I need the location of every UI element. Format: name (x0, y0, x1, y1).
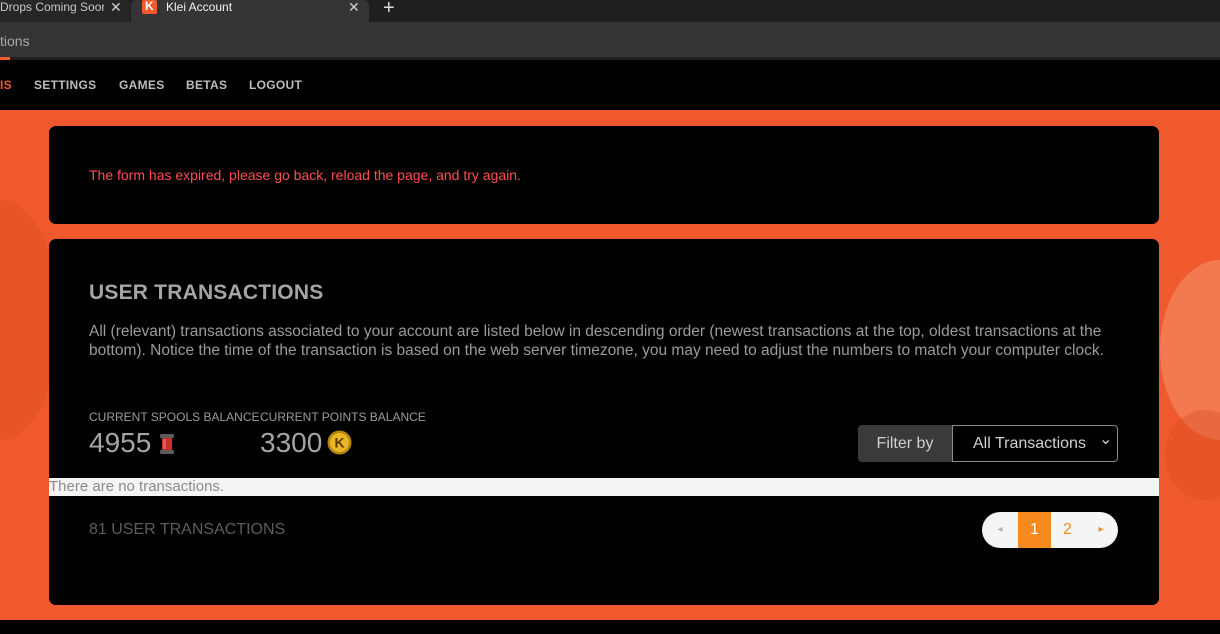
page-footer-strip (0, 620, 1220, 634)
nav-item-logout[interactable]: LOGOUT (249, 78, 302, 92)
points-balance-label: CURRENT POINTS BALANCE (260, 410, 426, 424)
empty-state-message: There are no transactions. (49, 478, 225, 495)
svg-text:K: K (334, 435, 344, 451)
filter-select[interactable]: All Transactions ⌄ (952, 425, 1118, 462)
page-description: All (relevant) transactions associated t… (89, 323, 1104, 359)
transactions-panel: USER TRANSACTIONS All (relevant) transac… (49, 239, 1159, 605)
browser-tab-klei-account[interactable]: K Klei Account ✕ (131, 0, 369, 22)
close-icon[interactable]: ✕ (110, 0, 122, 14)
filter-label: Filter by (858, 425, 952, 462)
page-button-2[interactable]: 2 (1051, 512, 1084, 548)
spools-balance-value: 4955 (89, 427, 152, 458)
tab-title: Drops Coming Soon (0, 0, 104, 14)
error-message: The form has expired, please go back, re… (89, 167, 521, 183)
browser-tab-strip: Drops Coming Soon ✕ K Klei Account ✕ + (0, 0, 1220, 22)
tab-title: Klei Account (166, 0, 233, 14)
transaction-count: 81 USER TRANSACTIONS (89, 521, 286, 538)
empty-state-row: There are no transactions. (49, 478, 1159, 496)
close-icon[interactable]: ✕ (348, 0, 360, 14)
address-bar[interactable]: tions (0, 22, 1220, 59)
page-button-1[interactable]: 1 (1018, 512, 1051, 548)
points-balance-value: 3300 (260, 427, 323, 458)
site-nav: IS SETTINGS GAMES BETAS LOGOUT (0, 60, 1220, 110)
browser-tab-drops[interactable]: Drops Coming Soon ✕ (0, 0, 130, 22)
klei-logo-icon: K (142, 0, 157, 14)
arrow-right-icon[interactable]: ▸ (1084, 512, 1118, 548)
spools-balance-label: CURRENT SPOOLS BALANCE (89, 410, 260, 424)
url-text[interactable]: tions (0, 33, 30, 49)
alert-panel: The form has expired, please go back, re… (49, 126, 1159, 224)
filter-selected-value: All Transactions (973, 435, 1086, 452)
klei-coin-icon: K (327, 430, 352, 455)
nav-item-games[interactable]: GAMES (119, 78, 165, 92)
page-title: USER TRANSACTIONS (89, 281, 324, 304)
nav-item-settings[interactable]: SETTINGS (34, 78, 96, 92)
background-artwork (1165, 410, 1220, 500)
transaction-filter: Filter by All Transactions ⌄ (858, 425, 1118, 462)
arrow-left-icon[interactable]: ◂ (982, 512, 1018, 548)
nav-item-transactions[interactable]: IS (0, 78, 12, 92)
chevron-down-icon: ⌄ (1099, 431, 1113, 448)
spool-icon (160, 434, 174, 454)
pagination: ◂ 1 2 ▸ (982, 512, 1118, 548)
plus-icon[interactable]: + (383, 0, 395, 20)
nav-item-betas[interactable]: BETAS (186, 78, 227, 92)
